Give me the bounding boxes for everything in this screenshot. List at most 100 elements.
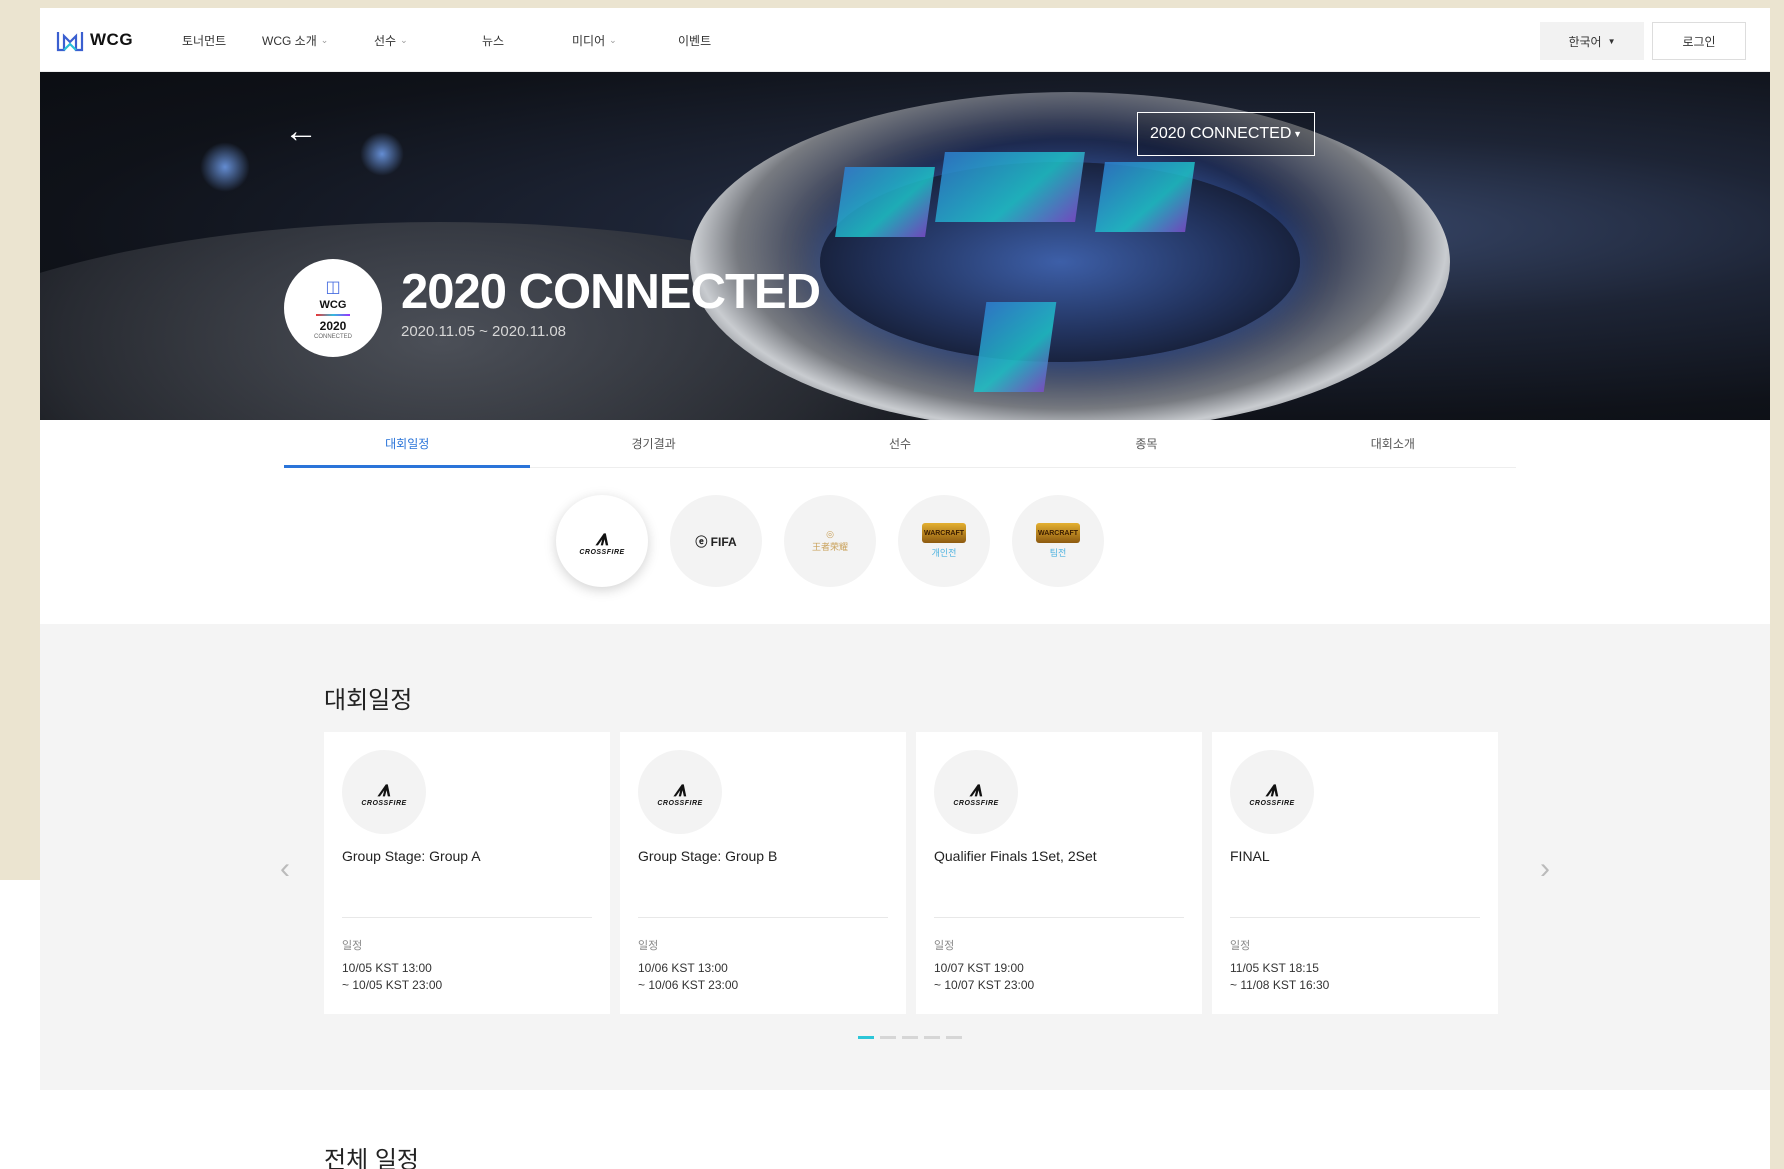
brand-name: WCG [90,30,134,49]
tab-schedule[interactable]: 대회일정 [284,420,531,468]
card-title: Qualifier Finals 1Set, 2Set [934,848,1097,864]
card-title: Group Stage: Group B [638,848,778,864]
main-menu: 토너먼트 WCG 소개 ⌄ 선수 ⌄ 뉴스 미디어 ⌄ 이벤트 [182,32,711,49]
chevron-left-icon[interactable]: ‹ [280,852,290,886]
caret-down-icon: ▼ [1293,129,1302,139]
game-warcraft-team[interactable]: WARCRAFT 팀전 [1012,495,1104,587]
all-schedule-title: 전체 일정 [324,1147,419,1169]
card-game: CROSSFIRE [657,799,703,807]
tab-results[interactable]: 경기결과 [530,420,776,467]
wcg-logo-icon [56,32,84,52]
game-label: WARCRAFT [923,529,965,537]
event-dates: 2020.11.05 ~ 2020.11.08 [401,323,567,340]
stage-screen [835,167,935,237]
wcg-mark-icon: ◫ [325,278,341,296]
tab-about[interactable]: 대회소개 [1270,420,1516,467]
schedule-card[interactable]: ⩚ CROSSFIRE Qualifier Finals 1Set, 2Set 일… [916,732,1202,1014]
menu-tournament[interactable]: 토너먼트 [182,32,262,49]
schedule-card[interactable]: ⩚ CROSSFIRE Group Stage: Group B 일정 10/06… [620,732,906,1014]
game-warcraft-solo[interactable]: WARCRAFT 개인전 [898,495,990,587]
top-navigation: WCG 토너먼트 WCG 소개 ⌄ 선수 ⌄ 뉴스 미디어 ⌄ 이벤트 한국어 ▼ 로그… [40,8,1770,72]
language-label: 한국어 [1568,34,1602,49]
event-select-dropdown[interactable]: 2020 CONNECTED ▼ [1137,112,1315,156]
card-divider [1230,917,1480,918]
crossfire-mark: ⩚ [969,775,983,801]
game-label: FIFA [710,534,737,549]
nav-actions: 한국어 ▼ 로그인 [1540,22,1746,60]
game-sub-label: 개인전 [931,548,957,558]
menu-label: 토너먼트 [182,34,227,48]
menu-label: 뉴스 [482,34,505,48]
badge-divider [316,313,350,316]
crossfire-icon: ⩚ CROSSFIRE [934,750,1018,834]
card-divider [342,917,592,918]
stage-light [360,132,404,176]
schedule-card[interactable]: ⩚ CROSSFIRE FINAL 일정 11/05 KST 18:15 ~ 11/… [1212,732,1498,1014]
card-time-start: 11/05 KST 18:15 [1230,961,1319,975]
caret-down-icon: ▼ [1607,36,1616,46]
pagination-dot[interactable] [902,1036,918,1039]
card-game: CROSSFIRE [361,799,407,807]
tab-games[interactable]: 종목 [1023,420,1269,467]
game-king-of-kings[interactable]: ◎ 王者荣耀 [784,495,876,587]
menu-label: 미디어 [572,34,606,48]
event-hero-banner: ← 2020 CONNECTED ▼ ◫ WCG 2020 CONNECTED … [40,72,1770,420]
crossfire-icon: ⩚ CROSSFIRE [638,750,722,834]
chevron-down-icon: ⌄ [609,35,617,45]
event-select-label: 2020 CONNECTED [1150,125,1292,142]
crossfire-mark: ⩚ [377,775,391,801]
login-button[interactable]: 로그인 [1652,22,1746,60]
chevron-down-icon: ⌄ [400,35,408,45]
card-label: 일정 [342,940,363,952]
schedule-carousel: ⩚ CROSSFIRE Group Stage: Group A 일정 10/05… [324,732,1498,1014]
chevron-right-icon[interactable]: › [1540,852,1550,886]
event-tabs: 대회일정 경기결과 선수 종목 대회소개 [284,420,1516,468]
tab-players[interactable]: 선수 [777,420,1023,467]
card-title: Group Stage: Group A [342,848,481,864]
menu-label: WCG 소개 [262,34,317,48]
pagination-dot[interactable] [946,1036,962,1039]
card-time: 11/05 KST 18:15 ~ 11/08 KST 16:30 [1230,960,1329,994]
stage-screen [935,152,1085,222]
schedule-card[interactable]: ⩚ CROSSFIRE Group Stage: Group A 일정 10/05… [324,732,610,1014]
crossfire-icon: ⩚ [595,524,609,550]
game-filter: ⩚ CROSSFIRE ⓔ FIFA ◎ 王者荣耀 WARCRAFT 개인전 W… [556,495,1104,587]
event-title: 2020 CONNECTED [401,265,821,319]
carousel-pagination [858,1036,962,1039]
pagination-dot[interactable] [924,1036,940,1039]
card-time-end: ~ 10/07 KST 23:00 [934,978,1035,992]
game-crossfire[interactable]: ⩚ CROSSFIRE [556,495,648,587]
section-title: 대회일정 [324,687,413,714]
card-game: CROSSFIRE [953,799,999,807]
card-time: 10/06 KST 13:00 ~ 10/06 KST 23:00 [638,960,738,994]
badge-sub: CONNECTED [313,333,352,340]
chevron-down-icon: ⌄ [320,35,329,45]
stage-light [200,142,250,192]
stage-screen [973,302,1057,392]
event-logo-badge: ◫ WCG 2020 CONNECTED [284,259,382,357]
game-label: 王者荣耀 [811,542,848,552]
warcraft-icon: WARCRAFT [1036,523,1080,543]
menu-media[interactable]: 미디어 ⌄ [572,32,678,49]
card-game: CROSSFIRE [1249,799,1295,807]
language-select[interactable]: 한국어 ▼ [1540,22,1644,60]
back-arrow-icon[interactable]: ← [284,114,318,148]
card-divider [638,917,888,918]
menu-news[interactable]: 뉴스 [482,32,572,49]
pagination-dot[interactable] [880,1036,896,1039]
warcraft-icon: WARCRAFT [922,523,966,543]
card-time-end: ~ 10/05 KST 23:00 [342,978,443,992]
game-label: CROSSFIRE [579,548,625,556]
game-fifa-online[interactable]: ⓔ FIFA [670,495,762,587]
wcg-logo[interactable]: WCG [56,28,133,52]
card-time: 10/05 KST 13:00 ~ 10/05 KST 23:00 [342,960,442,994]
crossfire-mark: ⩚ [1265,775,1279,801]
menu-players[interactable]: 선수 ⌄ [374,32,482,49]
card-divider [934,917,1184,918]
pagination-dot[interactable] [858,1036,874,1039]
crossfire-mark: ⩚ [673,775,687,801]
menu-events[interactable]: 이벤트 [678,32,711,49]
left-white-strip [0,880,40,1169]
menu-about-wcg[interactable]: WCG 소개 ⌄ [262,32,374,49]
card-time-start: 10/05 KST 13:00 [342,961,432,975]
